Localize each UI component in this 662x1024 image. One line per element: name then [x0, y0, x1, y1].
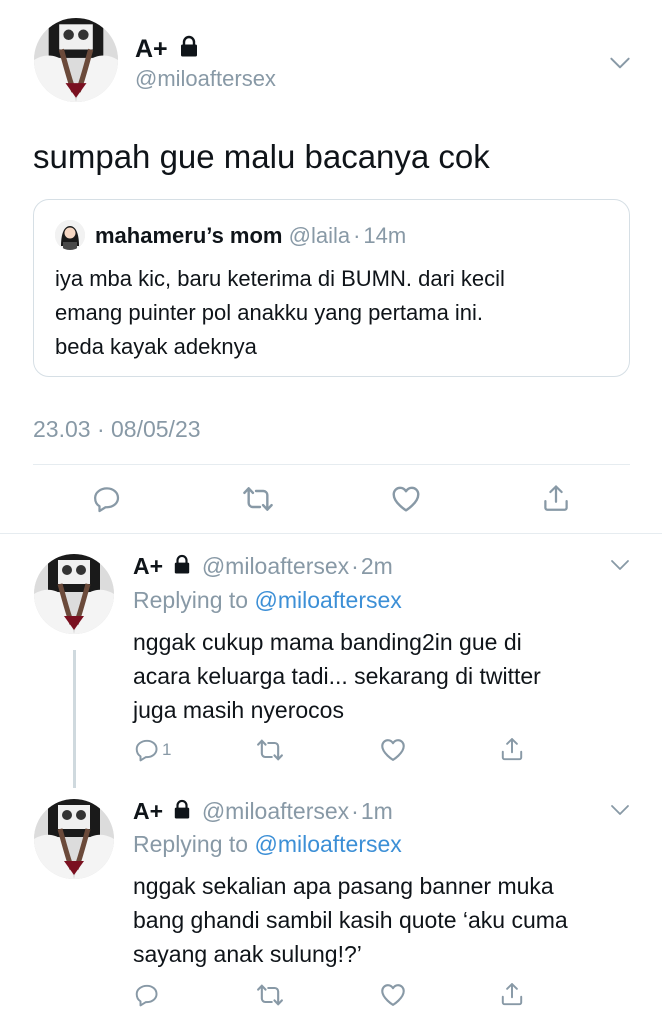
avatar[interactable]: [34, 554, 114, 634]
reply-line: bang ghandi sambil kasih quote ‘aku cuma: [133, 907, 568, 933]
reply-line: nggak sekalian apa pasang banner muka: [133, 873, 554, 899]
quoted-display-name: mahameru’s mom: [95, 223, 283, 248]
quoted-line: emang puinter pol anakku yang pertama in…: [55, 300, 484, 325]
replying-to-link[interactable]: @miloaftersex: [254, 831, 401, 857]
handle[interactable]: @miloaftersex: [202, 798, 349, 824]
replying-to: Replying to @miloaftersex: [133, 586, 402, 614]
avatar-photo-icon: [34, 799, 114, 879]
reply-icon[interactable]: [134, 982, 160, 1008]
retweet-icon[interactable]: [256, 981, 284, 1009]
chevron-down-icon[interactable]: [608, 553, 632, 577]
replying-prefix: Replying to: [133, 587, 249, 613]
quoted-sep: ·: [353, 223, 361, 248]
reply-action[interactable]: [134, 982, 166, 1008]
quoted-handle: @laila: [288, 223, 351, 248]
replying-to: Replying to @miloaftersex: [133, 830, 402, 858]
reply-line: nggak cukup mama banding2in gue di: [133, 629, 522, 655]
main-display-name-row: A+: [135, 34, 199, 64]
quoted-header: mahameru’s mom @laila · 14m: [95, 222, 406, 250]
reply-header: A+ @miloaftersex·2m: [133, 552, 393, 580]
avatar-photo-icon: [34, 18, 118, 102]
reply-icon[interactable]: [92, 484, 122, 514]
avatar[interactable]: [34, 799, 114, 879]
reply-count: 1: [162, 740, 172, 759]
section-divider: [0, 533, 662, 534]
quoted-line: beda kayak adeknya: [55, 334, 257, 359]
reply-line: sayang anak sulung!?’: [133, 941, 362, 967]
chevron-down-icon[interactable]: [608, 798, 632, 822]
retweet-icon[interactable]: [242, 483, 274, 515]
avatar-photo-icon: [34, 554, 114, 634]
lock-icon: [173, 799, 191, 819]
quoted-avatar: [55, 220, 85, 250]
avatar[interactable]: [34, 18, 118, 102]
display-name[interactable]: A+: [133, 553, 163, 579]
lock-icon: [179, 35, 199, 57]
reply-icon[interactable]: [134, 737, 160, 763]
thread-line: [73, 650, 76, 788]
quoted-avatar-photo-icon: [55, 220, 85, 250]
replying-prefix: Replying to: [133, 831, 249, 857]
quoted-time: 14m: [363, 223, 407, 248]
share-icon[interactable]: [541, 483, 571, 513]
reply-header: A+ @miloaftersex·1m: [133, 797, 393, 825]
like-icon[interactable]: [379, 736, 407, 764]
time: 1m: [360, 798, 393, 824]
display-name[interactable]: A+: [135, 35, 168, 63]
lock-icon: [173, 554, 191, 574]
retweet-icon[interactable]: [256, 736, 284, 764]
share-icon[interactable]: [499, 981, 525, 1007]
chevron-down-icon[interactable]: [607, 50, 633, 76]
time-sep: ·: [351, 553, 359, 579]
like-icon[interactable]: [390, 483, 422, 515]
handle[interactable]: @miloaftersex: [202, 553, 349, 579]
replying-to-link[interactable]: @miloaftersex: [254, 587, 401, 613]
quoted-text: iya mba kic, baru keterima di BUMN. dari…: [55, 262, 505, 364]
reply-text: nggak sekalian apa pasang banner muka ba…: [133, 869, 568, 971]
reply-line: acara keluarga tadi... sekarang di twitt…: [133, 663, 541, 689]
reply-line: juga masih nyerocos: [133, 697, 344, 723]
like-icon[interactable]: [379, 981, 407, 1009]
divider: [33, 464, 630, 465]
share-icon[interactable]: [499, 736, 525, 762]
time-sep: ·: [351, 798, 359, 824]
quoted-line: iya mba kic, baru keterima di BUMN. dari…: [55, 266, 505, 291]
display-name[interactable]: A+: [133, 798, 163, 824]
reply-text: nggak cukup mama banding2in gue di acara…: [133, 625, 541, 727]
tweet-text: sumpah gue malu bacanya cok: [33, 138, 490, 175]
time: 2m: [360, 553, 393, 579]
quoted-tweet-card[interactable]: mahameru’s mom @laila · 14m iya mba kic, b…: [33, 199, 630, 377]
handle[interactable]: @miloaftersex: [135, 66, 276, 92]
timestamp[interactable]: 23.03 · 08/05/23: [33, 416, 201, 443]
reply-action[interactable]: 1: [134, 737, 171, 763]
